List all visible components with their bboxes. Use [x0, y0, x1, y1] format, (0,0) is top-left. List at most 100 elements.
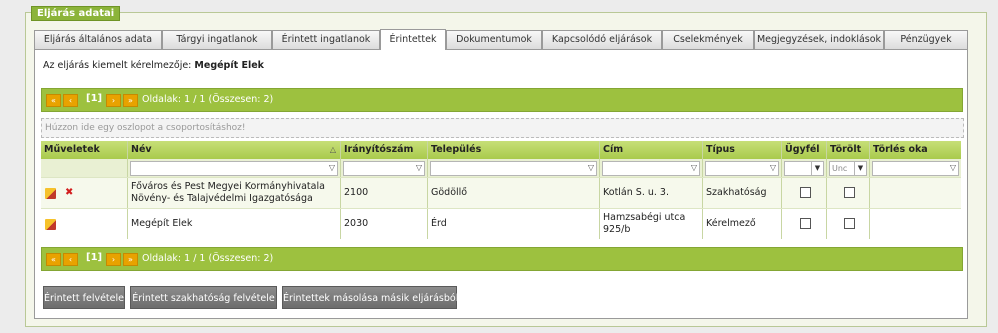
- edit-icon[interactable]: [45, 219, 56, 230]
- row-zip: 2100: [340, 178, 427, 208]
- next-page-button[interactable]: ›: [106, 94, 121, 107]
- tab-content: Az eljárás kiemelt kérelmezője: Megépít …: [34, 49, 968, 319]
- row-address: Kotlán S. u. 3.: [599, 178, 702, 208]
- delete-icon[interactable]: ✖: [65, 187, 73, 198]
- next-page-button[interactable]: ›: [106, 253, 121, 266]
- filter-address: ▽: [599, 159, 702, 177]
- row-type: Kérelmező: [702, 209, 781, 239]
- filter-name: ▽: [127, 159, 340, 177]
- client-checkbox[interactable]: [800, 187, 811, 198]
- main-requester-label: Az eljárás kiemelt kérelmezője:: [43, 60, 192, 71]
- row-deleted: [826, 209, 869, 239]
- col-name-label: Név: [131, 144, 152, 155]
- last-page-button[interactable]: »: [123, 94, 138, 107]
- filter-icon[interactable]: ▽: [416, 163, 422, 172]
- col-deleted-header[interactable]: Törölt: [826, 141, 869, 159]
- group-drop-area[interactable]: Húzzon ide egy oszlopot a csoportosításh…: [41, 118, 964, 138]
- col-actions-header: Műveletek: [44, 144, 100, 155]
- client-checkbox[interactable]: [800, 218, 811, 229]
- table-row[interactable]: ✖ Főváros és Pest Megyei Kormányhivatala…: [41, 177, 961, 208]
- row-city: Érd: [427, 209, 599, 239]
- copy-affected-button[interactable]: Érintettek másolása másik eljárásból: [282, 286, 458, 309]
- chevron-down-icon[interactable]: ▼: [854, 162, 866, 175]
- filter-zip-input[interactable]: ▽: [343, 161, 425, 176]
- last-page-button[interactable]: »: [123, 253, 138, 266]
- prev-page-button[interactable]: ‹: [63, 253, 78, 266]
- first-page-button[interactable]: «: [46, 94, 61, 107]
- row-address: Hamzsabégi utca 925/b: [599, 209, 702, 239]
- grid-filter-row: ▽ ▽ ▽ ▽ ▽ ▼ Unc ▼ ▽: [41, 159, 961, 177]
- row-type: Szakhatóság: [702, 178, 781, 208]
- tab-related-procedures[interactable]: Kapcsolódó eljárások: [542, 30, 662, 49]
- filter-city-input[interactable]: ▽: [430, 161, 597, 176]
- col-city-header[interactable]: Település: [427, 141, 599, 159]
- row-name: Megépít Elek: [127, 209, 340, 239]
- col-address-header[interactable]: Cím: [599, 141, 702, 159]
- tab-actions[interactable]: Cselekmények: [662, 30, 754, 49]
- filter-type-input[interactable]: ▽: [705, 161, 779, 176]
- filter-icon[interactable]: ▽: [691, 163, 697, 172]
- filter-icon[interactable]: ▽: [950, 163, 956, 172]
- row-city: Gödöllő: [427, 178, 599, 208]
- main-requester: Az eljárás kiemelt kérelmezője: Megépít …: [43, 60, 264, 71]
- row-delete-reason: [869, 209, 961, 239]
- filter-icon[interactable]: ▽: [770, 163, 776, 172]
- current-page[interactable]: [1]: [86, 93, 102, 104]
- grid-header-row: Műveletek Név △ Irányítószám Település Cí…: [41, 141, 961, 159]
- tab-affected-parties[interactable]: Érintettek: [380, 29, 446, 50]
- col-client-header[interactable]: Ügyfél: [781, 141, 826, 159]
- pager-bottom: « ‹ [1] › » Oldalak: 1 / 1 (Összesen: 2): [41, 247, 963, 271]
- deleted-checkbox[interactable]: [844, 218, 855, 229]
- filter-type: ▽: [702, 159, 781, 177]
- row-delete-reason: [869, 178, 961, 208]
- col-zip-header[interactable]: Irányítószám: [340, 141, 427, 159]
- add-affected-button[interactable]: Érintett felvétele: [43, 286, 125, 309]
- table-row[interactable]: Megépít Elek 2030 Érd Hamzsabégi utca 92…: [41, 208, 961, 239]
- tab-finances[interactable]: Pénzügyek: [884, 30, 968, 49]
- pager-top: « ‹ [1] › » Oldalak: 1 / 1 (Összesen: 2): [41, 88, 963, 112]
- panel-title: Eljárás adatai: [31, 6, 121, 21]
- row-actions: ✖: [41, 178, 127, 208]
- row-client: [781, 178, 826, 208]
- tab-documents[interactable]: Dokumentumok: [446, 30, 542, 49]
- page-info: Oldalak: 1 / 1 (Összesen: 2): [142, 253, 274, 264]
- filter-zip: ▽: [340, 159, 427, 177]
- col-delete-reason-header[interactable]: Törlés oka: [869, 141, 961, 159]
- prev-page-button[interactable]: ‹: [63, 94, 78, 107]
- chevron-down-icon[interactable]: ▼: [811, 162, 823, 175]
- tab-subject-properties[interactable]: Tárgyi ingatlanok: [162, 30, 272, 49]
- filter-icon[interactable]: ▽: [588, 163, 594, 172]
- row-zip: 2030: [340, 209, 427, 239]
- add-authority-button[interactable]: Érintett szakhatóság felvétele: [130, 286, 277, 309]
- tab-affected-properties[interactable]: Érintett ingatlanok: [272, 30, 380, 49]
- filter-address-input[interactable]: ▽: [602, 161, 700, 176]
- filter-delete-reason-input[interactable]: ▽: [872, 161, 959, 176]
- col-type-header[interactable]: Típus: [702, 141, 781, 159]
- filter-name-input[interactable]: ▽: [130, 161, 338, 176]
- sort-asc-icon: △: [329, 145, 336, 154]
- filter-icon[interactable]: ▽: [329, 163, 335, 172]
- row-actions: [41, 209, 127, 239]
- edit-icon[interactable]: [45, 188, 56, 199]
- row-client: [781, 209, 826, 239]
- tab-bar: Eljárás általános adata Tárgyi ingatlano…: [34, 29, 968, 50]
- main-requester-name: Megépít Elek: [194, 60, 264, 71]
- tab-comments[interactable]: Megjegyzések, indoklások: [754, 30, 884, 49]
- filter-deleted-select[interactable]: Unc ▼: [829, 161, 867, 176]
- filter-deleted: Unc ▼: [826, 159, 869, 177]
- filter-client: ▼: [781, 159, 826, 177]
- tab-general[interactable]: Eljárás általános adata: [34, 30, 162, 49]
- affected-parties-grid: Műveletek Név △ Irányítószám Település Cí…: [41, 141, 961, 239]
- page-info: Oldalak: 1 / 1 (Összesen: 2): [142, 94, 274, 105]
- filter-actions-empty: [41, 159, 127, 177]
- filter-delete-reason: ▽: [869, 159, 961, 177]
- deleted-checkbox[interactable]: [844, 187, 855, 198]
- filter-city: ▽: [427, 159, 599, 177]
- filter-client-select[interactable]: ▼: [784, 161, 824, 176]
- row-deleted: [826, 178, 869, 208]
- row-name: Főváros és Pest Megyei Kormányhivatala N…: [127, 178, 340, 208]
- filter-deleted-value: Unc: [832, 164, 848, 173]
- current-page[interactable]: [1]: [86, 252, 102, 263]
- first-page-button[interactable]: «: [46, 253, 61, 266]
- col-name-header[interactable]: Név △: [127, 141, 340, 159]
